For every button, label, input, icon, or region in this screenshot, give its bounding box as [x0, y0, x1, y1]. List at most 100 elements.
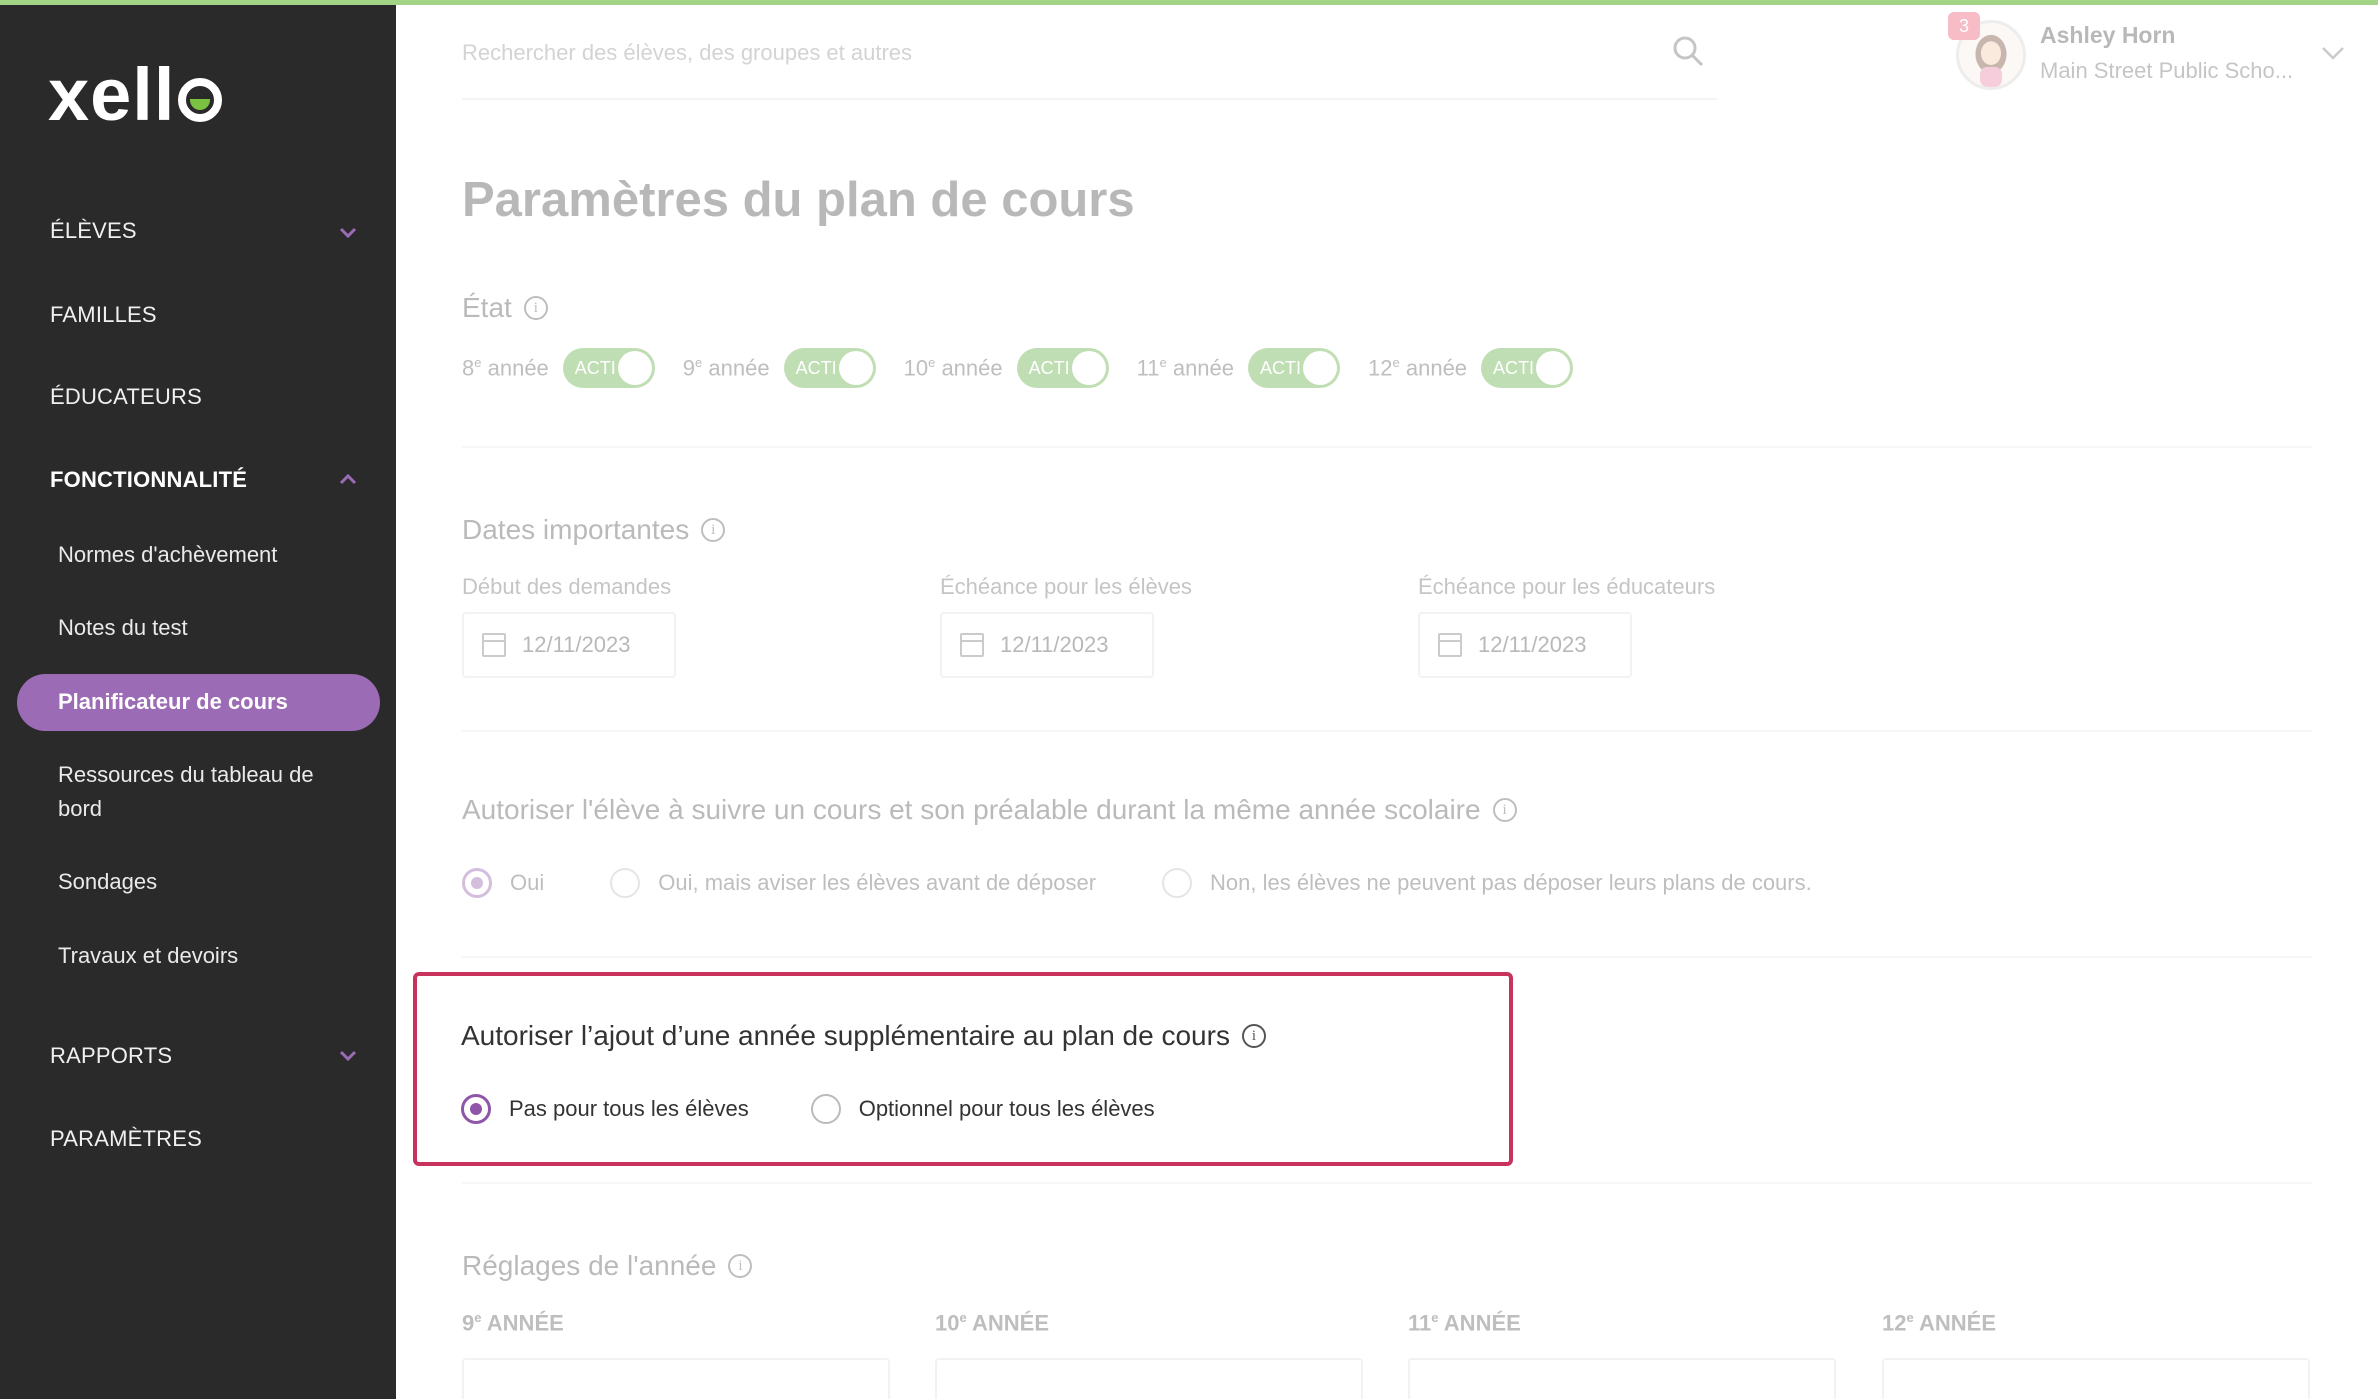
chevron-down-icon[interactable]: [338, 222, 358, 242]
section-prerequisite-title: Autoriser l'élève à suivre un cours et s…: [462, 794, 1517, 826]
date-input[interactable]: 12/11/2023: [1418, 612, 1632, 678]
year-card[interactable]: [935, 1358, 1363, 1399]
chevron-down-icon[interactable]: [338, 1045, 358, 1065]
date-input[interactable]: 12/11/2023: [940, 612, 1154, 678]
user-school: Main Street Public Scho...: [2040, 58, 2294, 83]
section-title-text: Réglages de l'année: [462, 1250, 717, 1281]
notification-badge[interactable]: 3: [1948, 12, 1980, 40]
section-title-text: Autoriser l'élève à suivre un cours et s…: [462, 794, 1481, 825]
radio-non[interactable]: [1162, 868, 1193, 898]
radio-oui[interactable]: [462, 868, 492, 898]
radio-label: Pas pour tous les élèves: [509, 1096, 749, 1121]
year-card[interactable]: [1408, 1358, 1836, 1399]
radio-pas-pour-tous[interactable]: [461, 1094, 491, 1124]
grade-10-toggle[interactable]: ACTI: [1016, 348, 1109, 388]
date-field-debut: Début des demandes 12/11/2023: [462, 574, 676, 678]
logo-o-icon: [178, 78, 223, 122]
year-card[interactable]: [1882, 1358, 2310, 1399]
sidebar-subitem-sondages[interactable]: Sondages: [58, 865, 358, 899]
calendar-icon: [482, 633, 506, 657]
user-menu[interactable]: 3 Ashley Horn Main Street Public Scho...: [1948, 12, 2356, 90]
search-input[interactable]: Rechercher des élèves, des groupes et au…: [462, 40, 912, 66]
chevron-up-icon[interactable]: [338, 469, 358, 489]
user-name: Ashley Horn: [2040, 22, 2176, 48]
info-icon[interactable]: i: [523, 296, 548, 320]
sidebar-item-educateurs[interactable]: ÉDUCATEURS: [50, 384, 202, 410]
date-input[interactable]: 12/11/2023: [462, 612, 676, 678]
year-header: 10e ANNÉE: [935, 1310, 1050, 1336]
divider: [462, 956, 2312, 958]
sidebar-subitem-planificateur[interactable]: Planificateur de cours: [17, 674, 380, 731]
grade-toggle-group: 11e année ACTI: [1136, 348, 1341, 388]
section-year-settings-title: Réglages de l'année i: [462, 1250, 753, 1282]
grade-toggle-group: 8e année ACTI: [462, 348, 655, 388]
grade-toggle-group: 12e année ACTI: [1368, 348, 1574, 388]
page-title: Paramètres du plan de cours: [462, 173, 1135, 227]
section-dates-title: Dates importantes i: [462, 514, 726, 546]
sidebar-subitem-label: Planificateur de cours: [58, 689, 288, 714]
date-label: Début des demandes: [462, 574, 672, 599]
calendar-icon: [960, 633, 984, 657]
radio-label: Optionnel pour tous les élèves: [858, 1096, 1155, 1121]
grade-toggles: 8e année ACTI 9e année ACTI 10e année AC…: [462, 348, 1601, 388]
year-header: 11e ANNÉE: [1408, 1310, 1521, 1336]
date-label: Échéance pour les éducateurs: [1418, 574, 1716, 599]
grade-label: 10e année: [903, 354, 1003, 381]
year-header: 12e ANNÉE: [1882, 1310, 1997, 1336]
divider: [462, 1182, 2312, 1184]
divider: [462, 730, 2312, 732]
date-field-eleves: Échéance pour les élèves 12/11/2023: [940, 574, 1192, 678]
info-icon[interactable]: i: [1241, 1024, 1266, 1048]
year-header: 9e ANNÉE: [462, 1310, 564, 1336]
sidebar-item-eleves[interactable]: ÉLÈVES: [50, 218, 137, 244]
sidebar: xell ÉLÈVES FAMILLES ÉDUCATEURS FONCTION…: [0, 0, 396, 1399]
info-icon[interactable]: i: [728, 1254, 753, 1278]
sidebar-item-parametres[interactable]: PARAMÈTRES: [50, 1126, 202, 1152]
sidebar-item-rapports[interactable]: RAPPORTS: [50, 1043, 172, 1069]
grade-8-toggle[interactable]: ACTI: [562, 348, 655, 388]
radio-label: Oui: [510, 870, 545, 895]
sidebar-item-fonctionnalite[interactable]: FONCTIONNALITÉ: [50, 467, 247, 493]
section-etat-title: État i: [462, 292, 548, 324]
year-card[interactable]: [462, 1358, 890, 1399]
grade-toggle-group: 9e année ACTI: [683, 348, 876, 388]
date-field-educateurs: Échéance pour les éducateurs 12/11/2023: [1418, 574, 1715, 678]
divider: [462, 446, 2312, 448]
radio-label: Non, les élèves ne peuvent pas déposer l…: [1210, 870, 1812, 895]
extra-year-highlight-box: Autoriser l’ajout d’une année supplément…: [413, 972, 1513, 1166]
prerequisite-radio-group: Oui Oui, mais aviser les élèves avant de…: [462, 868, 1878, 898]
search-bar[interactable]: Rechercher des élèves, des groupes et au…: [462, 34, 1717, 100]
grade-9-toggle[interactable]: ACTI: [783, 348, 876, 388]
info-icon[interactable]: i: [1492, 798, 1517, 822]
calendar-icon: [1438, 633, 1462, 657]
search-icon[interactable]: [1671, 34, 1705, 68]
sidebar-subitem-notes[interactable]: Notes du test: [58, 611, 358, 645]
sidebar-subitem-normes[interactable]: Normes d'achèvement: [58, 538, 358, 572]
section-title-text: État: [462, 292, 512, 323]
radio-oui-aviser[interactable]: [610, 868, 641, 898]
grade-12-toggle[interactable]: ACTI: [1481, 348, 1574, 388]
sidebar-subitem-ressources[interactable]: Ressources du tableau de bord: [58, 758, 348, 826]
grade-label: 11e année: [1136, 354, 1235, 381]
date-label: Échéance pour les élèves: [940, 574, 1192, 599]
xello-logo[interactable]: xell: [48, 58, 223, 132]
grade-label: 9e année: [682, 354, 770, 381]
radio-label: Oui, mais aviser les élèves avant de dép…: [658, 870, 1097, 895]
toggle-knob: [1071, 351, 1106, 385]
grade-label: 8e année: [462, 354, 549, 381]
sidebar-subitem-travaux[interactable]: Travaux et devoirs: [58, 939, 358, 973]
section-title-text: Dates importantes: [462, 514, 690, 545]
toggle-knob: [1536, 351, 1571, 385]
info-icon[interactable]: i: [701, 518, 726, 542]
extra-year-radio-group: Pas pour tous les élèves Optionnel pour …: [461, 1094, 1217, 1124]
chevron-down-icon[interactable]: [2320, 40, 2346, 66]
sidebar-item-familles[interactable]: FAMILLES: [50, 302, 157, 328]
toggle-knob: [617, 351, 652, 385]
section-extra-year-title: Autoriser l’ajout d’une année supplément…: [461, 1020, 1266, 1052]
radio-optionnel[interactable]: [810, 1094, 841, 1124]
toggle-knob: [1303, 351, 1338, 385]
grade-label: 12e année: [1368, 354, 1468, 381]
grade-11-toggle[interactable]: ACTI: [1248, 348, 1341, 388]
toggle-knob: [838, 351, 873, 385]
top-accent-line: [0, 0, 2378, 5]
